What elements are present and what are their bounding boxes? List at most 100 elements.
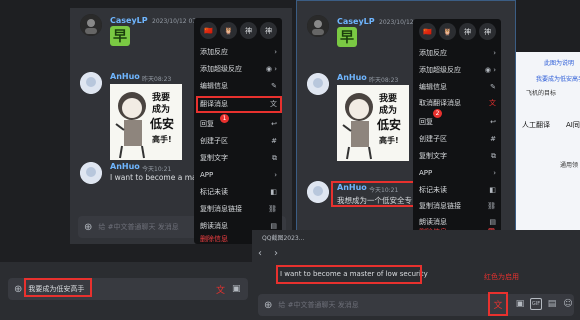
- unread-icon: ◧: [489, 186, 496, 194]
- step-badge: 2: [433, 109, 442, 118]
- add-attachment-icon[interactable]: ⊕: [14, 284, 22, 295]
- avatar[interactable]: [80, 72, 102, 94]
- sticker-image[interactable]: 我要 成为 低安 高手!: [337, 85, 409, 161]
- reaction-flag-icon[interactable]: 🇨🇳: [200, 22, 217, 39]
- reply-icon: ↩: [490, 118, 496, 126]
- chevron-right-icon: ›: [493, 49, 496, 57]
- menu-reply[interactable]: 回复 ↩: [200, 117, 277, 131]
- chevron-right-icon: ›: [493, 169, 496, 177]
- message-author[interactable]: AnHuo: [110, 162, 140, 171]
- message-timestamp: 昨天08:23: [142, 76, 172, 83]
- context-menu: 🇨🇳 🦉 神 神 添加反应 › 添加超级反应 ◉ › 编辑信息 ✎ 翻译消息文 回复 ↩…: [194, 18, 282, 244]
- reaction-owl-icon[interactable]: 🦉: [220, 22, 237, 39]
- sticker-image[interactable]: 我要 成为 低安 高手!: [110, 84, 182, 160]
- message-author[interactable]: AnHuo: [337, 73, 367, 82]
- browser-result: 飞机的目标: [526, 90, 557, 97]
- sticker-text: 高手!: [379, 136, 399, 145]
- enabled-note: 红色为启用: [484, 273, 519, 281]
- pencil-icon: ✎: [490, 83, 496, 91]
- menu-create-thread[interactable]: 创建子区 #: [200, 134, 277, 148]
- sticker-text: 高手!: [152, 135, 172, 144]
- qq-screenshot-window: QQ截图2023... ‹ › I want to become a maste…: [252, 230, 580, 320]
- browser-tab-human[interactable]: 人工翻译: [522, 120, 550, 130]
- menu-copy-link[interactable]: 复制消息链接 ⛓: [419, 199, 496, 213]
- avatar[interactable]: [80, 14, 102, 36]
- menu-mark-unread[interactable]: 标记未读 ◧: [200, 185, 277, 199]
- thread-icon: #: [271, 137, 277, 145]
- input-placeholder: 给 #中文普通聊天 发消息: [278, 301, 359, 309]
- reaction-flag-icon[interactable]: 🇨🇳: [419, 23, 436, 40]
- add-attachment-icon[interactable]: ⊕: [264, 300, 272, 311]
- menu-copy-text[interactable]: 复制文字 ⧉: [419, 149, 496, 163]
- menu-copy-link[interactable]: 复制消息链接 ⛓: [200, 202, 277, 216]
- browser-window: 此图为说明 我要成为低安高手&key 飞机的目标 人工翻译 AI同 通用领: [516, 52, 580, 244]
- highlight-box: [196, 96, 282, 113]
- browser-tab-general[interactable]: 通用领: [560, 160, 578, 169]
- message-author[interactable]: CaseyLP: [337, 17, 375, 26]
- reaction-god-icon[interactable]: 神: [459, 23, 476, 40]
- highlight-box: [276, 265, 422, 284]
- reaction-god-icon[interactable]: 神: [260, 22, 277, 39]
- emoji-icon[interactable]: ☺: [562, 297, 574, 311]
- reply-icon: ↩: [271, 120, 277, 128]
- context-menu: 🇨🇳 🦉 神 神 添加反应 › 添加超级反应 ◉ › 编辑信息 ✎ 取消翻译消息文 回…: [413, 19, 501, 235]
- menu-edit-message[interactable]: 编辑信息 ✎: [200, 79, 277, 93]
- sticker-text: 成为: [379, 106, 398, 116]
- input-placeholder: 给 #中文普通聊天 发消息: [98, 223, 179, 231]
- quick-reactions: 🇨🇳 🦉 神 神: [419, 23, 497, 41]
- pencil-icon: ✎: [271, 82, 277, 90]
- qq-message-input[interactable]: ⊕ 给 #中文普通聊天 发消息: [258, 294, 574, 316]
- sticker-text: 低安: [150, 117, 175, 131]
- link-icon: ⛓: [487, 202, 496, 210]
- thread-icon: #: [490, 135, 496, 143]
- forward-arrow-icon[interactable]: ›: [274, 248, 278, 259]
- message-author[interactable]: CaseyLP: [110, 16, 148, 25]
- sticker-text: 低安: [377, 118, 402, 132]
- emoji-message: 早: [110, 26, 130, 46]
- gift-icon[interactable]: ▣: [514, 297, 526, 311]
- highlight-box: [331, 181, 415, 207]
- menu-add-super-reaction[interactable]: 添加超级反应 ◉ ›: [419, 63, 496, 77]
- browser-tab-ai[interactable]: AI同: [566, 120, 580, 130]
- highlight-box: [24, 278, 92, 297]
- translate-toggle-icon[interactable]: 文: [216, 283, 225, 296]
- chevron-right-icon: ›: [274, 171, 277, 179]
- reaction-owl-icon[interactable]: 🦉: [439, 23, 456, 40]
- emoji-message: 早: [337, 27, 357, 47]
- menu-mark-unread[interactable]: 标记未读 ◧: [419, 183, 496, 197]
- menu-apps[interactable]: APP ›: [200, 168, 277, 182]
- reaction-god-icon[interactable]: 神: [240, 22, 257, 39]
- menu-add-reaction[interactable]: 添加反应 ›: [200, 45, 277, 59]
- sticker-icon[interactable]: ▤: [546, 297, 558, 311]
- avatar[interactable]: [307, 181, 329, 203]
- quick-reactions: 🇨🇳 🦉 神 神: [200, 22, 278, 40]
- menu-reply[interactable]: 回复 ↩: [419, 115, 496, 129]
- reaction-god-icon[interactable]: 神: [479, 23, 496, 40]
- message-author[interactable]: AnHuo: [110, 72, 140, 81]
- browser-title: 此图为说明: [544, 60, 575, 67]
- copy-icon: ⧉: [272, 153, 277, 162]
- right-chat-window: CaseyLP 2023/10/12 07:29 早 AnHuo 昨天08:23…: [296, 0, 516, 236]
- menu-add-super-reaction[interactable]: 添加超级反应 ◉ ›: [200, 62, 277, 76]
- menu-untranslate-message[interactable]: 取消翻译消息文: [419, 96, 496, 110]
- chevron-right-icon: ›: [274, 48, 277, 56]
- menu-create-thread[interactable]: 创建子区 #: [419, 132, 496, 146]
- avatar[interactable]: [80, 162, 102, 184]
- menu-copy-text[interactable]: 复制文字 ⧉: [200, 151, 277, 165]
- avatar[interactable]: [307, 15, 329, 37]
- avatar[interactable]: [307, 73, 329, 95]
- translate-icon: 文: [489, 99, 496, 107]
- menu-add-reaction[interactable]: 添加反应 ›: [419, 46, 496, 60]
- sticker-text: 成为: [152, 105, 171, 115]
- unread-icon: ◧: [270, 188, 277, 196]
- back-arrow-icon[interactable]: ‹: [258, 248, 262, 259]
- gif-button[interactable]: GIF: [530, 298, 542, 310]
- step-badge: 1: [220, 114, 229, 123]
- menu-edit-message[interactable]: 编辑信息 ✎: [419, 80, 496, 94]
- super-reaction-icon: ◉ ›: [484, 66, 496, 74]
- menu-apps[interactable]: APP ›: [419, 166, 496, 180]
- left-chat-window: CaseyLP 2023/10/12 07:29 早 AnHuo 昨天08:23…: [70, 8, 292, 244]
- browser-query: 我要成为低安高手&key: [536, 76, 580, 83]
- add-attachment-icon[interactable]: ⊕: [84, 222, 92, 233]
- gift-icon[interactable]: ▣: [232, 284, 241, 294]
